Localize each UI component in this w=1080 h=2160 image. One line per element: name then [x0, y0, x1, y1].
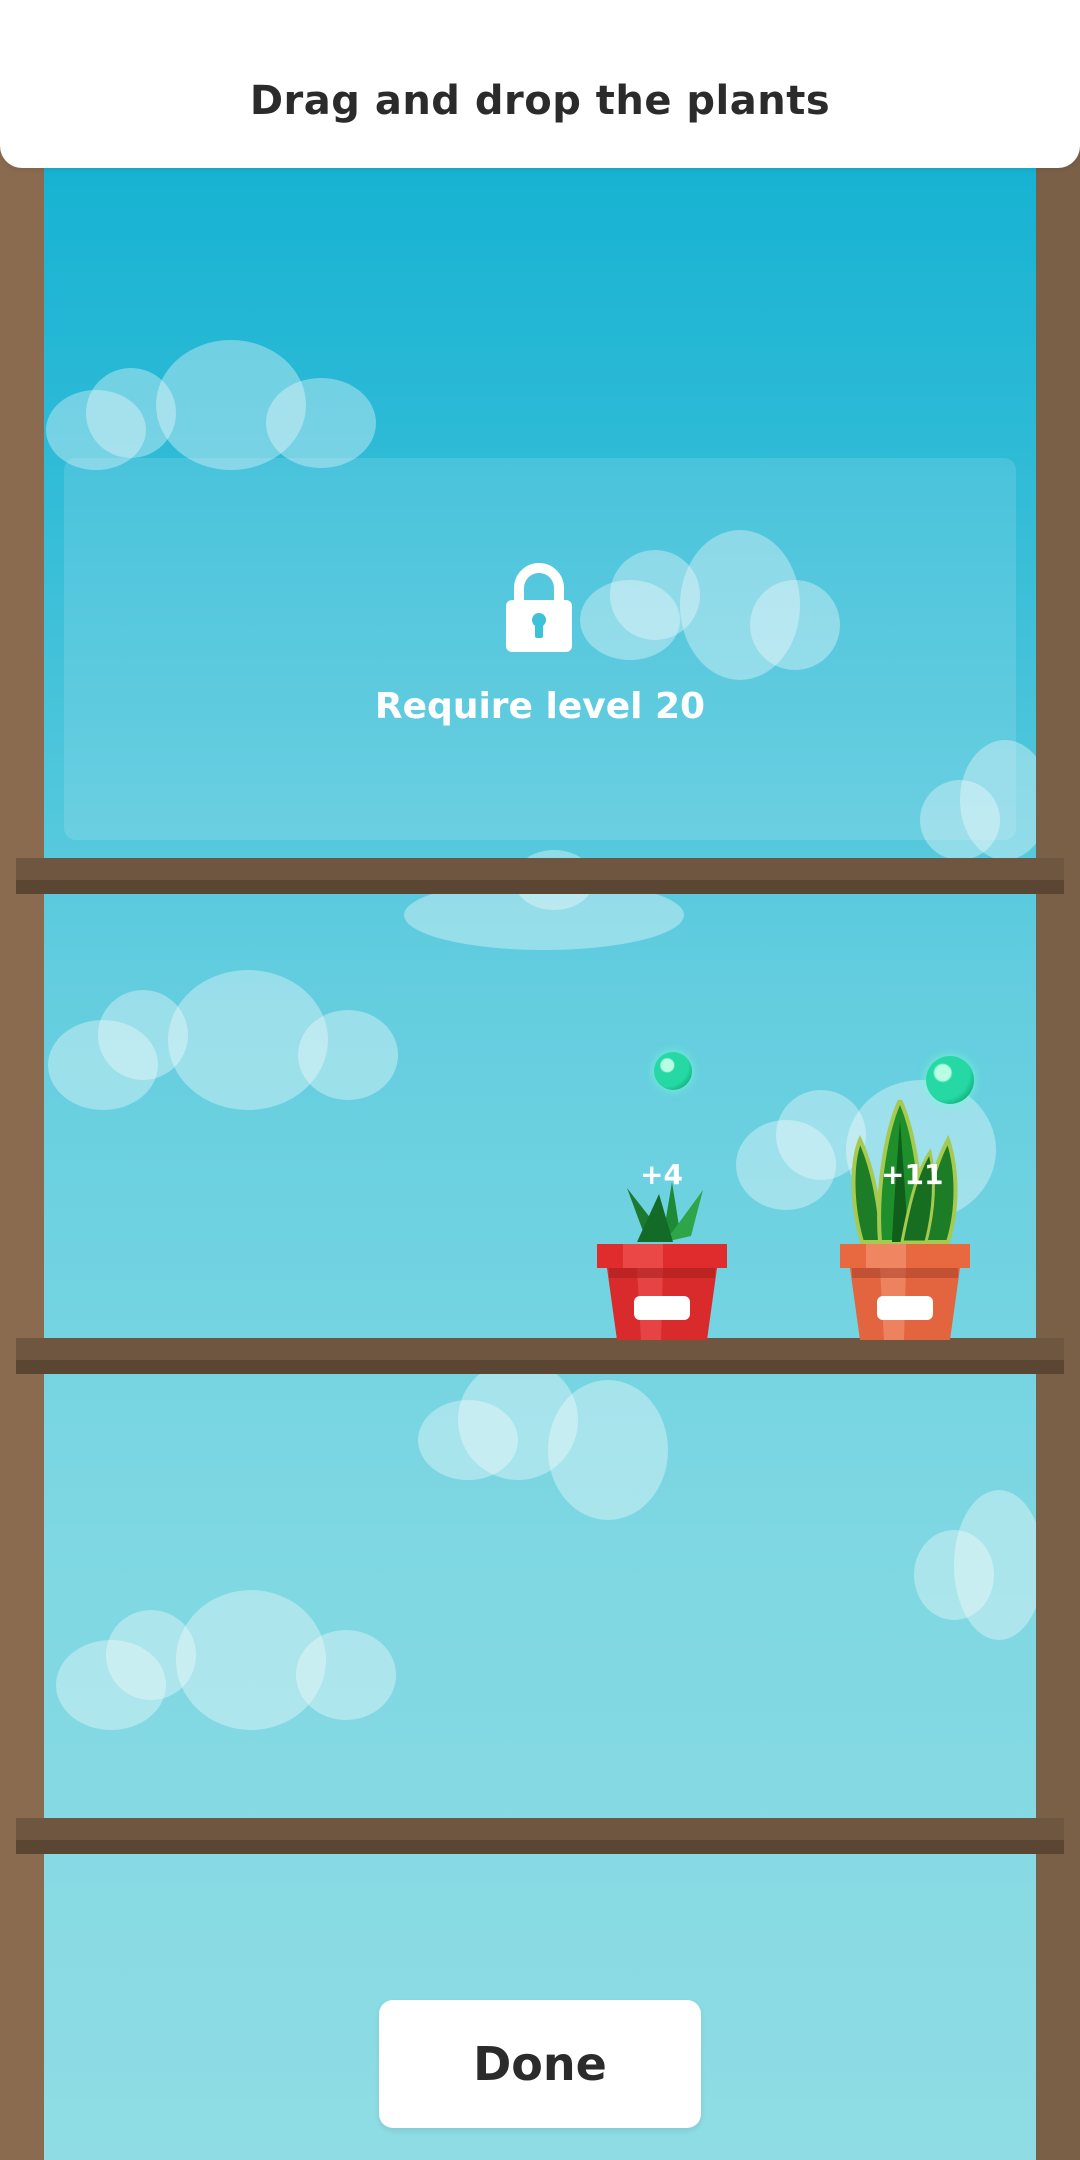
cloud	[56, 1590, 396, 1730]
shelf-board	[16, 858, 1064, 894]
shelf-board	[16, 1818, 1064, 1854]
lock-icon	[506, 563, 572, 652]
cloud	[914, 1490, 1044, 1640]
water-drop-icon[interactable]	[654, 1052, 692, 1090]
shelf-board	[16, 1338, 1064, 1374]
cloud	[46, 340, 396, 470]
header-bar: Drag and drop the plants	[0, 0, 1080, 168]
page-title: Drag and drop the plants	[249, 78, 831, 124]
plant-bonus-label: +11	[881, 1158, 944, 1191]
aloe-plant[interactable]	[597, 1180, 727, 1340]
cloud	[418, 1360, 668, 1520]
done-button[interactable]: Done	[379, 2000, 701, 2128]
lock-requirement-text: Require level 20	[374, 686, 706, 727]
water-drop-icon[interactable]	[926, 1056, 974, 1104]
plant-bonus-label: +4	[640, 1158, 683, 1191]
snake-plant[interactable]	[840, 1100, 970, 1340]
cloud	[48, 970, 398, 1110]
